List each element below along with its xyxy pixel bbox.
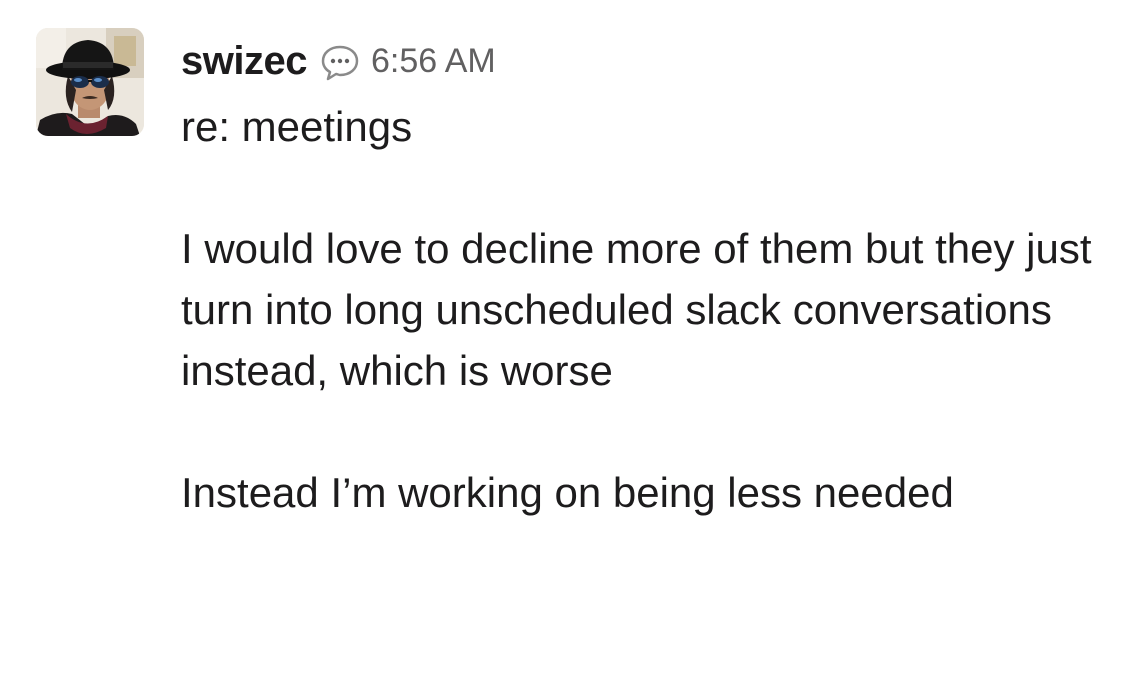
avatar[interactable] xyxy=(36,28,144,136)
message-paragraph: Instead I’m working on being less needed xyxy=(181,469,954,516)
message-body: re: meetings I would love to decline mor… xyxy=(181,96,1111,523)
avatar-photo xyxy=(36,28,144,136)
message-header: swizec 6:56 AM xyxy=(181,36,496,86)
speech-bubble-icon[interactable] xyxy=(319,42,361,84)
message-timestamp[interactable]: 6:56 AM xyxy=(371,42,496,81)
message-subject: re: meetings xyxy=(181,103,413,150)
chat-message: swizec 6:56 AM re: meetings I would love… xyxy=(0,0,1125,691)
author-name[interactable]: swizec xyxy=(181,39,307,84)
message-paragraph: I would love to decline more of them but… xyxy=(181,225,1092,394)
